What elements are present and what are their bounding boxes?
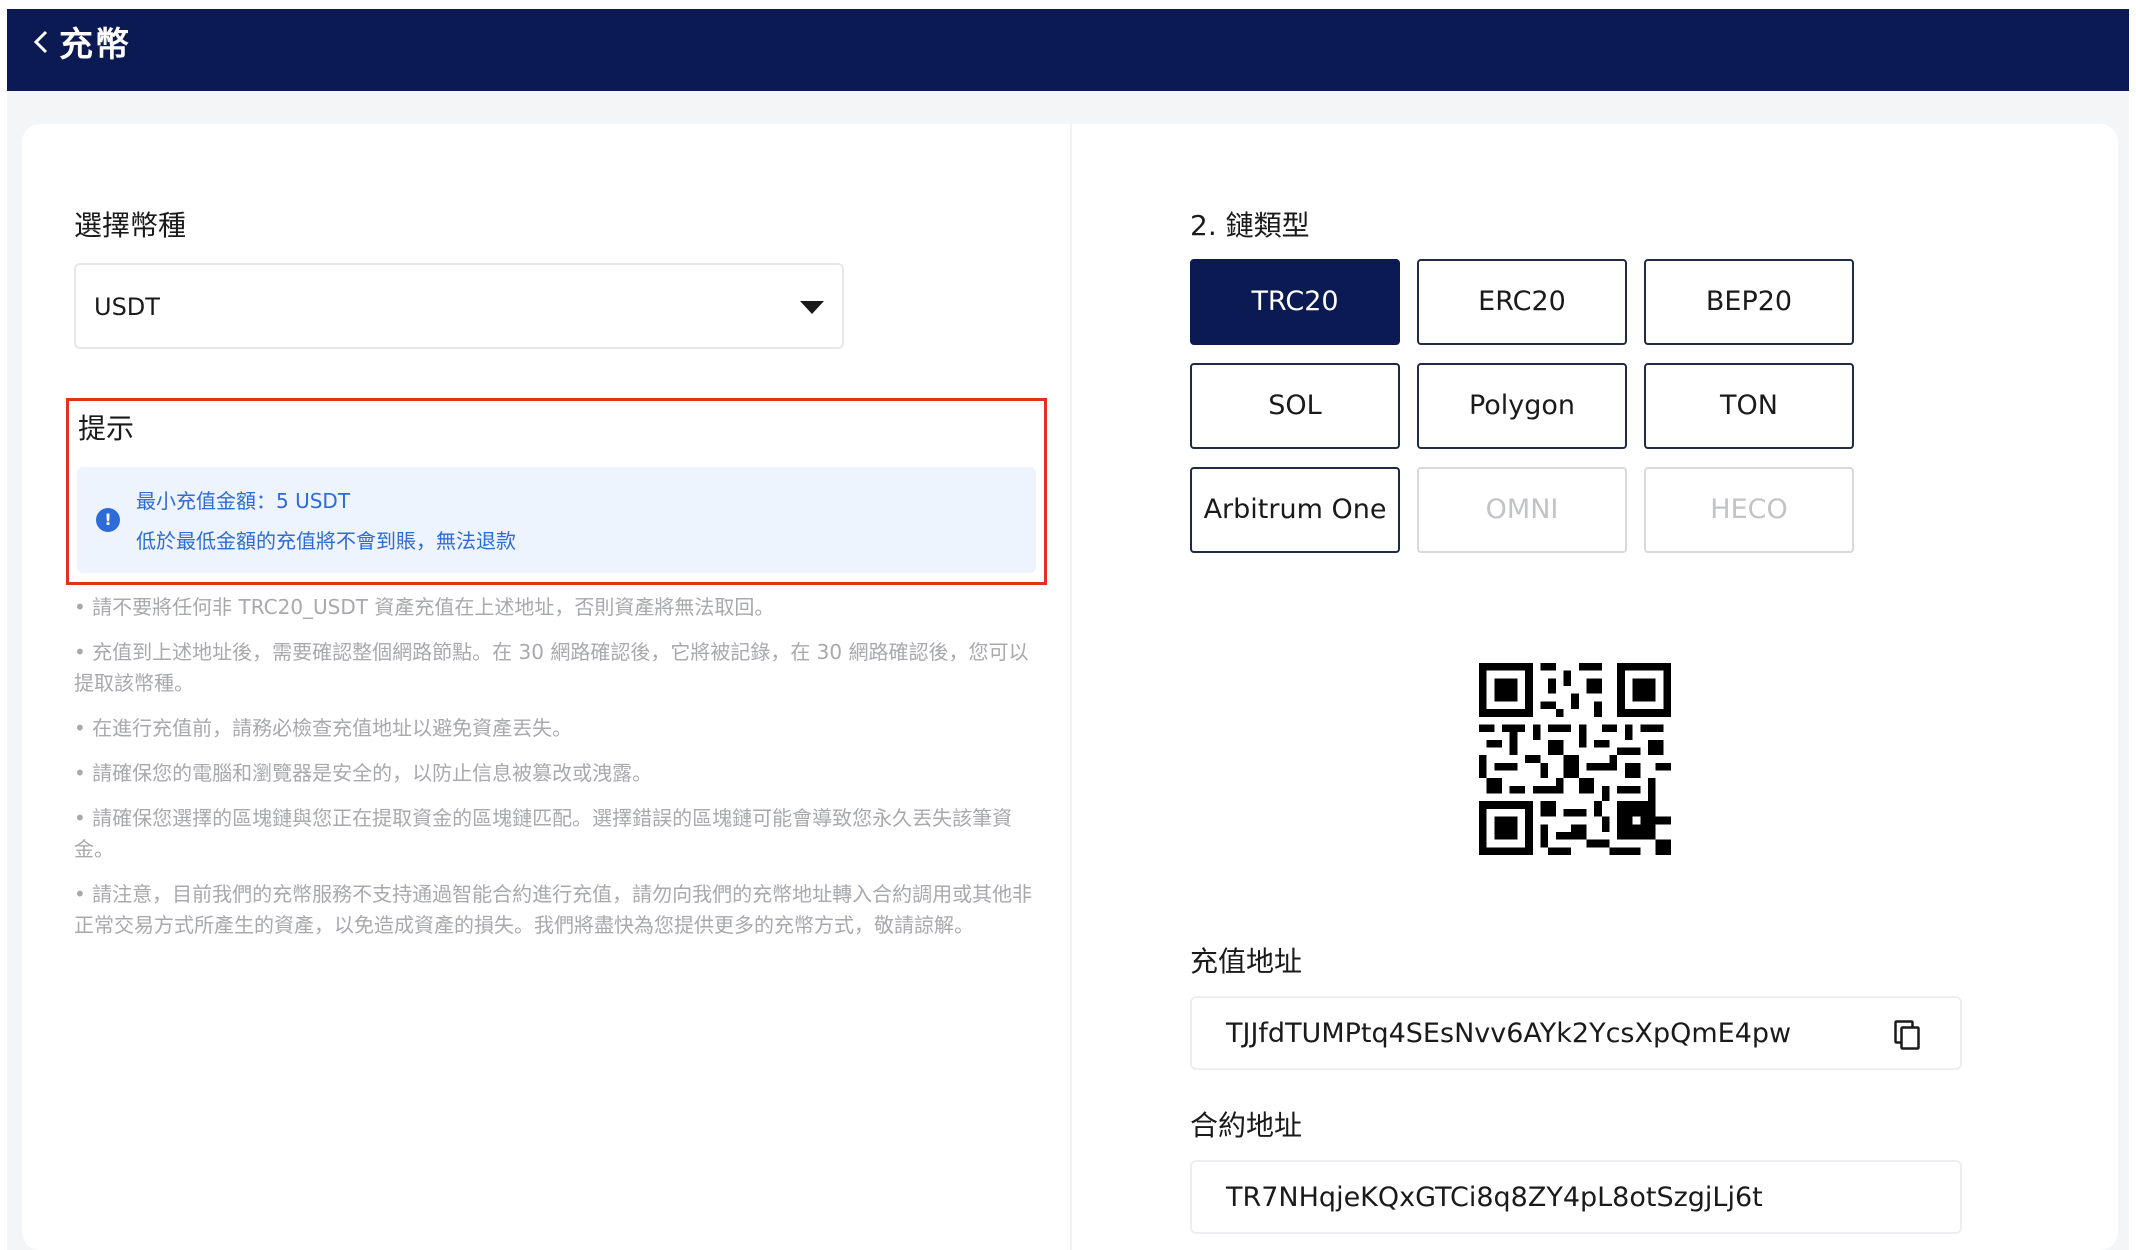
chain-type-label: 2. 鏈類型: [1190, 209, 1310, 242]
notice-min-amount: 最小充值金額：5 USDT: [136, 489, 351, 513]
chain-option-heco: HECO: [1644, 467, 1854, 553]
note-item: • 請確保您的電腦和瀏覽器是安全的，以防止信息被篡改或洩露。: [74, 761, 653, 785]
deposit-address-label: 充值地址: [1190, 945, 1303, 978]
chain-option-omni: OMNI: [1417, 467, 1627, 553]
chain-option-polygon[interactable]: Polygon: [1417, 363, 1627, 449]
chain-option-arbitrum-one[interactable]: Arbitrum One: [1190, 467, 1400, 553]
note-item: • 充值到上述地址後，需要確認整個網路節點。在 30 網路確認後，它將被記錄，在…: [74, 640, 1029, 695]
note-item: • 請不要將任何非 TRC20_USDT 資產充值在上述地址，否則資產將無法取回…: [74, 595, 775, 619]
coin-select[interactable]: USDT: [74, 263, 844, 349]
qr-code: [1479, 663, 1671, 855]
contract-address-value: TR7NHqjeKQxGTCi8q8ZY4pL8otSzgjLj6t: [1226, 1182, 1763, 1213]
coin-select-label: 選擇幣種: [74, 209, 187, 242]
contract-address-field[interactable]: TR7NHqjeKQxGTCi8q8ZY4pL8otSzgjLj6t: [1190, 1160, 1962, 1234]
tip-box: 提示 ! 最小充值金額：5 USDT 低於最低金額的充值將不會到賬，無法退款: [66, 398, 1047, 585]
copy-icon[interactable]: [1894, 1020, 1920, 1050]
deposit-notes: • 請不要將任何非 TRC20_USDT 資產充值在上述地址，否則資產將無法取回…: [74, 592, 1038, 955]
chain-option-bep20[interactable]: BEP20: [1644, 259, 1854, 345]
tip-title: 提示: [78, 412, 135, 445]
deposit-address-value: TJJfdTUMPtq4SEsNvv6AYk2YcsXpQmE4pw: [1226, 1018, 1792, 1049]
deposit-address-field[interactable]: TJJfdTUMPtq4SEsNvv6AYk2YcsXpQmE4pw: [1190, 996, 1962, 1070]
chain-option-erc20[interactable]: ERC20: [1417, 259, 1627, 345]
note-item: • 請確保您選擇的區塊鏈與您正在提取資金的區塊鏈匹配。選擇錯誤的區塊鏈可能會導致…: [74, 806, 1013, 861]
caret-down-icon: [800, 301, 824, 314]
min-deposit-notice: ! 最小充值金額：5 USDT 低於最低金額的充值將不會到賬，無法退款: [77, 467, 1036, 573]
coin-select-value: USDT: [94, 293, 160, 321]
contract-address-label: 合約地址: [1190, 1109, 1303, 1142]
column-divider: [1070, 124, 1072, 1250]
chevron-left-icon[interactable]: [29, 27, 53, 57]
note-item: • 在進行充值前，請務必檢查充值地址以避免資產丟失。: [74, 716, 573, 740]
page-title: 充幣: [59, 25, 131, 65]
chain-option-sol[interactable]: SOL: [1190, 363, 1400, 449]
info-icon: !: [96, 508, 120, 532]
chain-option-trc20[interactable]: TRC20: [1190, 259, 1400, 345]
top-bar: 充幣: [7, 9, 2129, 91]
note-item: • 請注意，目前我們的充幣服務不支持通過智能合約進行充值，請勿向我們的充幣地址轉…: [74, 882, 1033, 937]
notice-no-refund: 低於最低金額的充值將不會到賬，無法退款: [136, 529, 516, 553]
chain-option-ton[interactable]: TON: [1644, 363, 1854, 449]
